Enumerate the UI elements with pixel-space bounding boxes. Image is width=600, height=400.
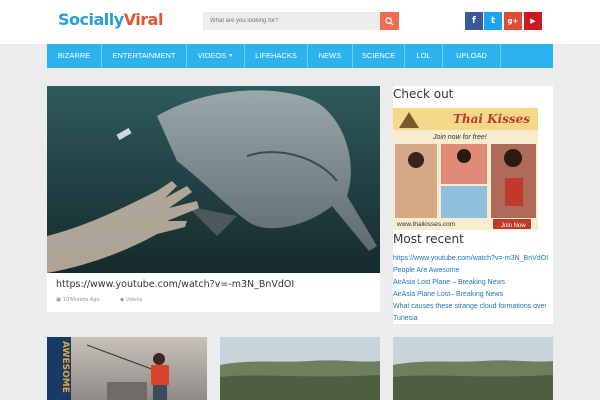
nav-item-bizarre[interactable]: BIZARRE	[47, 44, 102, 68]
recent-link[interactable]: AirAsia Lost Plane – Breaking News	[393, 279, 505, 286]
nav-item-upload[interactable]: UPLOAD	[443, 44, 501, 68]
nav-label: SCIENCE	[361, 51, 396, 60]
post-thumbnail[interactable]	[393, 337, 553, 400]
twitter-icon: t	[490, 16, 496, 26]
check-out-heading: Check out	[393, 87, 454, 101]
post-category[interactable]: ◆ Videos	[120, 297, 142, 303]
ad-url: www.thaikisses.com	[396, 221, 455, 228]
nav-label: VIDEOS	[197, 51, 227, 60]
tag-icon: ◆	[120, 297, 125, 303]
thumbnail-image	[393, 337, 553, 400]
ad-image: Thai Kisses Join now for free! www.thaik…	[393, 108, 538, 230]
nav-item-entertainment[interactable]: ENTERTAINMENT	[102, 44, 187, 68]
youtube-button[interactable]: ▶	[524, 12, 542, 30]
recent-link[interactable]: https://www.youtube.com/watch?v=-m3N_BnV…	[393, 255, 548, 262]
featured-post: https://www.youtube.com/watch?v=-m3N_BnV…	[47, 86, 380, 312]
nav-item-science[interactable]: SCIENCE	[353, 44, 405, 68]
shark-video-thumbnail	[47, 86, 380, 273]
featured-title[interactable]: https://www.youtube.com/watch?v=-m3N_BnV…	[56, 279, 294, 290]
ad-tagline: Join now for free!	[432, 134, 487, 141]
twitter-button[interactable]: t	[484, 12, 502, 30]
recent-link[interactable]: Tunesia	[393, 315, 418, 322]
most-recent-heading: Most recent	[393, 232, 464, 246]
recent-link[interactable]: AirAsia Plane Lost– Breaking News	[393, 291, 503, 298]
facebook-icon: f	[472, 16, 476, 26]
nav-label: LOL	[416, 51, 431, 60]
googleplus-icon: g+	[507, 17, 519, 25]
logo-part-viral: Viral	[123, 10, 164, 29]
post-time-text: 10 Months Ago	[62, 297, 100, 303]
thumbnail-image	[220, 337, 380, 400]
youtube-icon: ▶	[530, 17, 536, 25]
nav-item-lol[interactable]: LOL	[405, 44, 443, 68]
nav-item-news[interactable]: NEWS	[308, 44, 353, 68]
header-inner: SociallyViral f t g+ ▶	[47, 0, 553, 44]
nav-label: LIFEHACKS	[255, 51, 297, 60]
sidebar: Check out Thai Kisses Join now for free!…	[393, 86, 553, 324]
post-category-text: Videos	[125, 297, 143, 303]
post-time: ▣ 10 Months Ago	[56, 297, 99, 303]
recent-link[interactable]: People Are Awesome	[393, 267, 459, 274]
search-box	[203, 12, 399, 30]
advertisement-banner[interactable]: Thai Kisses Join now for free! www.thaik…	[393, 108, 538, 230]
chevron-down-icon: ▼	[228, 53, 234, 60]
nav-label: NEWS	[318, 51, 342, 60]
nav-label: BIZARRE	[57, 51, 91, 60]
featured-image[interactable]	[47, 86, 380, 273]
thumbnail-overlay-text: AWESOME	[60, 341, 70, 393]
post-thumbnail[interactable]	[220, 337, 380, 400]
googleplus-button[interactable]: g+	[504, 12, 522, 30]
site-logo[interactable]: SociallyViral	[58, 10, 163, 29]
facebook-button[interactable]: f	[465, 12, 483, 30]
search-icon	[385, 16, 394, 26]
nav-label: UPLOAD	[456, 51, 487, 60]
search-input[interactable]	[203, 12, 380, 30]
ad-brand: Thai Kisses	[453, 112, 530, 126]
site-header: SociallyViral f t g+ ▶	[0, 0, 600, 44]
nav-label: ENTERTAINMENT	[112, 51, 176, 60]
thumbnail-image: AWESOME	[47, 337, 207, 400]
main-nav: BIZARRE ENTERTAINMENT VIDEOS ▼ LIFEHACKS…	[47, 44, 553, 68]
recent-link[interactable]: What causes these strange cloud formatio…	[393, 303, 547, 310]
clock-icon: ▣	[56, 297, 62, 303]
search-button[interactable]	[380, 12, 399, 30]
nav-item-lifehacks[interactable]: LIFEHACKS	[245, 44, 308, 68]
post-thumbnail[interactable]: AWESOME	[47, 337, 207, 400]
ad-join-button: Join Now	[501, 223, 526, 229]
logo-part-socially: Socially	[58, 10, 124, 29]
nav-item-videos[interactable]: VIDEOS ▼	[187, 44, 245, 68]
